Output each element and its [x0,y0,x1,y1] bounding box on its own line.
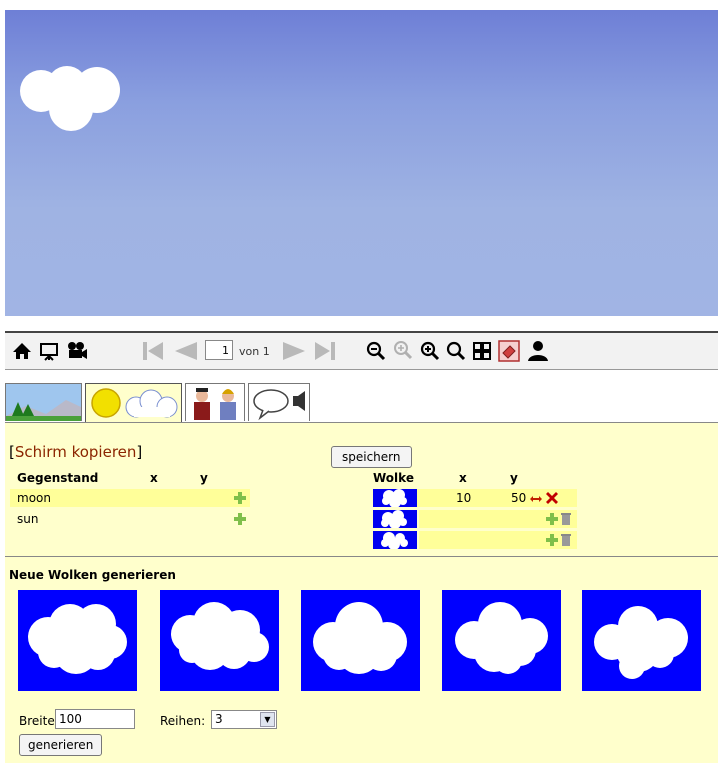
zoom-out-icon[interactable] [365,338,387,364]
copy-screen-link-wrapper: [Schirm kopieren] [9,443,142,461]
add-icon[interactable] [234,513,246,525]
home-icon[interactable] [11,338,33,364]
grid-icon[interactable] [471,338,493,364]
zoom-in-icon[interactable] [419,338,441,364]
item-name: sun [17,512,39,526]
move-icon[interactable] [530,494,542,504]
tab-bar [5,383,718,425]
tab-speech[interactable] [248,383,310,421]
stage-sky [5,10,718,316]
tab-landscape[interactable] [5,383,82,421]
item-row-sun: sun [10,510,250,528]
tab-characters[interactable] [185,383,245,421]
divider [5,556,718,557]
bracket-close: ] [136,443,143,461]
add-icon[interactable] [546,534,558,546]
item-row-moon: moon [10,489,250,507]
add-icon[interactable] [234,492,246,504]
item-name: moon [17,491,51,505]
user-icon[interactable] [526,338,550,364]
page-number-input[interactable] [205,340,233,360]
header-wolke: Wolke [373,471,414,485]
generated-cloud-1[interactable] [18,590,137,691]
trash-icon[interactable] [561,533,571,546]
sky-panel: [Schirm kopieren] speichern Gegenstand x… [5,422,718,763]
copy-screen-link[interactable]: Schirm kopieren [15,443,137,461]
rows-label: Reihen: [160,714,206,728]
page-count-label: von 1 [239,345,270,358]
eraser-icon[interactable] [497,338,521,364]
cloud-thumbnail[interactable] [373,531,417,549]
presentation-icon[interactable] [38,338,60,364]
width-input[interactable] [55,709,135,729]
generate-button[interactable]: generieren [19,734,103,756]
generated-cloud-3[interactable] [301,590,420,691]
rows-select-value: 3 [215,712,223,726]
cloud-x: 10 [456,491,472,505]
stage-cloud[interactable] [19,66,121,132]
header-y-left: y [200,471,208,485]
header-x-left: x [150,471,158,485]
cloud-thumbnail[interactable] [373,510,417,528]
tab-sky[interactable] [85,383,182,425]
rows-select[interactable]: 3 ▼ [211,710,277,729]
delete-icon[interactable] [546,492,558,504]
header-y-right: y [510,471,518,485]
generated-cloud-2[interactable] [160,590,279,691]
generated-cloud-4[interactable] [442,590,561,691]
prev-page-icon[interactable] [170,338,200,364]
header-x-right: x [459,471,467,485]
chevron-down-icon: ▼ [260,712,275,727]
header-gegenstand: Gegenstand [17,471,99,485]
last-page-icon[interactable] [312,338,338,364]
trash-icon[interactable] [561,512,571,525]
toolbar: von 1 [5,331,718,370]
camera-icon[interactable] [65,338,89,364]
cloud-y: 50 [511,491,527,505]
generated-cloud-5[interactable] [582,590,701,691]
save-button[interactable]: speichern [331,446,412,468]
zoom-max-icon[interactable] [391,338,415,364]
cloud-thumbnail[interactable] [373,489,417,507]
first-page-icon[interactable] [140,338,166,364]
next-page-icon[interactable] [280,338,310,364]
width-label: Breite: [19,714,59,728]
zoom-fit-icon[interactable] [445,338,467,364]
add-icon[interactable] [546,513,558,525]
generate-section-title: Neue Wolken generieren [9,568,176,582]
